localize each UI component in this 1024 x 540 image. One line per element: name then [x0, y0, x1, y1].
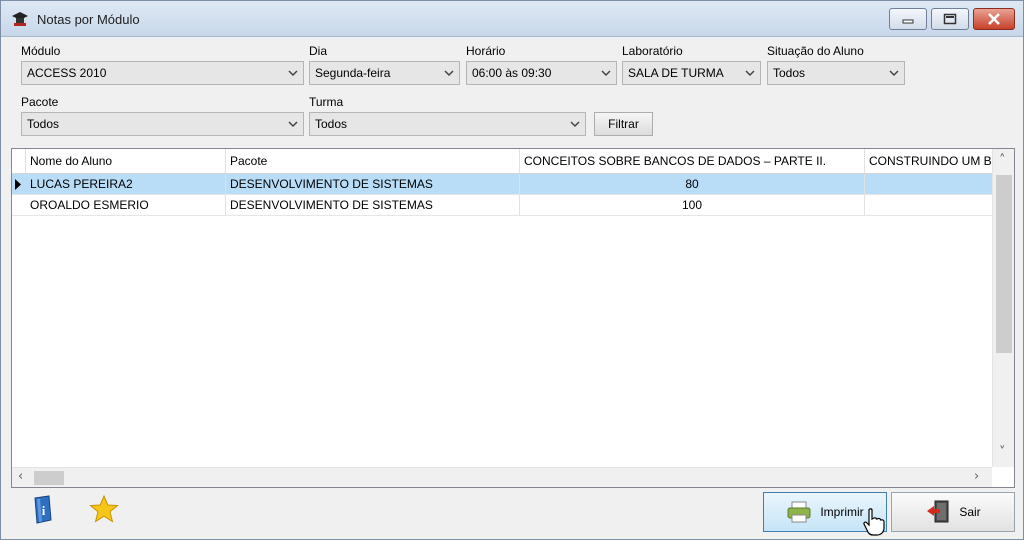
table-row[interactable]: LUCAS PEREIRA2 DESENVOLVIMENTO DE SISTEM…: [12, 174, 992, 195]
turma-value: Todos: [315, 117, 348, 131]
modulo-select[interactable]: ACCESS 2010: [21, 61, 304, 85]
maximize-icon: [943, 13, 957, 25]
current-row-indicator-icon: [15, 179, 21, 190]
filtrar-button[interactable]: Filtrar: [594, 112, 653, 136]
column-header-conceitos[interactable]: CONCEITOS SOBRE BANCOS DE DADOS – PARTE …: [520, 149, 865, 173]
scroll-up-icon[interactable]: ˄: [999, 153, 1006, 168]
modulo-value: ACCESS 2010: [27, 66, 107, 80]
cell-nome[interactable]: OROALDO ESMERIO: [26, 195, 226, 215]
graduation-cap-icon: [12, 12, 28, 26]
horario-value: 06:00 às 09:30: [472, 66, 552, 80]
window-title: Notas por Módulo: [37, 12, 140, 27]
table-row[interactable]: OROALDO ESMERIO DESENVOLVIMENTO DE SISTE…: [12, 195, 992, 216]
grid-header: Nome do Aluno Pacote CONCEITOS SOBRE BAN…: [12, 149, 992, 174]
chevron-down-icon: [288, 70, 298, 77]
horario-label: Horário: [466, 44, 506, 58]
minimize-icon: [902, 19, 914, 24]
sair-button[interactable]: Sair: [891, 492, 1015, 532]
laboratorio-label: Laboratório: [622, 44, 683, 58]
sair-label: Sair: [959, 505, 981, 519]
dia-label: Dia: [309, 44, 328, 58]
turma-label: Turma: [309, 95, 344, 109]
situacao-label: Situação do Aluno: [767, 44, 864, 58]
vertical-scroll-thumb[interactable]: [996, 175, 1012, 353]
scroll-down-icon[interactable]: ˅: [999, 445, 1006, 460]
column-header-nome[interactable]: Nome do Aluno: [26, 149, 226, 173]
exit-door-icon: [927, 500, 949, 523]
maximize-button[interactable]: [931, 8, 969, 30]
chevron-down-icon: [444, 70, 454, 77]
modulo-label: Módulo: [21, 44, 61, 58]
column-header-construindo[interactable]: CONSTRUINDO UM B: [865, 149, 992, 173]
chevron-down-icon: [745, 70, 755, 77]
notas-window: Notas por Módulo Módulo ACCESS 2010 Dia …: [0, 0, 1024, 540]
printer-icon: [787, 501, 811, 523]
chevron-down-icon: [288, 121, 298, 128]
horizontal-scroll-thumb[interactable]: [34, 471, 64, 485]
help-book-icon[interactable]: i: [31, 495, 55, 525]
cell-nota[interactable]: 80: [520, 174, 865, 194]
laboratorio-select[interactable]: SALA DE TURMA: [622, 61, 761, 85]
laboratorio-value: SALA DE TURMA: [628, 66, 724, 80]
scroll-left-icon[interactable]: ‹: [18, 469, 23, 484]
svg-text:i: i: [42, 503, 46, 518]
notas-grid[interactable]: Nome do Aluno Pacote CONCEITOS SOBRE BAN…: [11, 148, 1015, 488]
pacote-value: Todos: [27, 117, 60, 131]
chevron-down-icon: [570, 121, 580, 128]
row-header-corner: [12, 149, 26, 173]
hand-cursor-icon: [863, 508, 885, 536]
situacao-value: Todos: [773, 66, 806, 80]
dia-value: Segunda-feira: [315, 66, 391, 80]
pacote-label: Pacote: [21, 95, 59, 109]
chevron-down-icon: [601, 70, 611, 77]
close-icon: [988, 13, 1000, 25]
cell-nota-2[interactable]: [865, 195, 992, 215]
situacao-select[interactable]: Todos: [767, 61, 905, 85]
imprimir-label: Imprimir: [820, 505, 864, 519]
turma-select[interactable]: Todos: [309, 112, 586, 136]
cell-nota[interactable]: 100: [520, 195, 865, 215]
title-bar: Notas por Módulo: [1, 1, 1023, 37]
horario-select[interactable]: 06:00 às 09:30: [466, 61, 617, 85]
cell-pacote[interactable]: DESENVOLVIMENTO DE SISTEMAS: [226, 195, 520, 215]
cell-nome[interactable]: LUCAS PEREIRA2: [26, 174, 226, 194]
dia-select[interactable]: Segunda-feira: [309, 61, 460, 85]
scroll-right-icon[interactable]: ›: [974, 469, 979, 484]
column-header-pacote[interactable]: Pacote: [226, 149, 520, 173]
horizontal-scrollbar[interactable]: ‹ ›: [12, 467, 992, 487]
cell-nota-2[interactable]: [865, 174, 992, 194]
chevron-down-icon: [889, 70, 899, 77]
star-icon[interactable]: [89, 494, 119, 524]
pacote-select[interactable]: Todos: [21, 112, 304, 136]
vertical-scrollbar[interactable]: ˄ ˅: [992, 149, 1014, 467]
close-button[interactable]: [973, 8, 1015, 30]
cell-pacote[interactable]: DESENVOLVIMENTO DE SISTEMAS: [226, 174, 520, 194]
minimize-button[interactable]: [889, 8, 927, 30]
